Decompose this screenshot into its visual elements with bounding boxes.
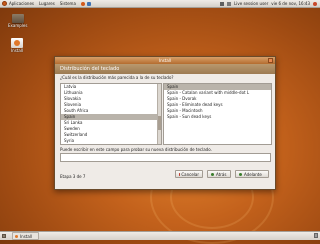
step-title: Distribución del teclado bbox=[60, 66, 119, 72]
forward-label: Adelante bbox=[244, 172, 262, 177]
network-icon[interactable] bbox=[220, 2, 224, 6]
power-icon[interactable] bbox=[313, 2, 317, 6]
forward-button[interactable]: Adelante bbox=[235, 170, 269, 178]
cancel-label: Cancelar bbox=[181, 172, 199, 177]
back-arrow-icon bbox=[211, 173, 214, 176]
help-icon[interactable] bbox=[87, 2, 91, 6]
keyboard-test-input[interactable] bbox=[60, 153, 271, 162]
show-desktop-icon[interactable] bbox=[2, 234, 6, 238]
country-list[interactable]: Latvia Lithuania Slovakia Slovenia South… bbox=[60, 83, 162, 145]
step-header: Distribución del teclado bbox=[55, 64, 275, 74]
back-label: Atrás bbox=[216, 172, 226, 177]
bottom-panel: Install bbox=[0, 231, 320, 240]
country-scrollbar[interactable] bbox=[157, 84, 161, 144]
menu-lugares[interactable]: Lugares bbox=[39, 1, 55, 6]
desktop-icon-label: Examples bbox=[8, 23, 27, 28]
scrollbar-thumb[interactable] bbox=[158, 116, 161, 130]
taskbar-button-install[interactable]: Install bbox=[12, 232, 39, 240]
layout-question: ¿Cuál es la distribución más parecida a … bbox=[60, 75, 174, 80]
window-title: Install bbox=[159, 58, 171, 63]
variant-list[interactable]: Spain Spain - Catalan variant with middl… bbox=[163, 83, 272, 145]
cancel-button[interactable]: Cancelar bbox=[175, 170, 203, 178]
trash-icon[interactable] bbox=[314, 233, 318, 238]
installer-icon bbox=[15, 235, 18, 238]
desktop-icon-install[interactable]: Install bbox=[11, 38, 23, 53]
ubuntu-logo-icon[interactable] bbox=[2, 1, 7, 6]
country-row[interactable]: Syria bbox=[61, 138, 161, 144]
volume-icon[interactable] bbox=[227, 2, 231, 6]
variant-row[interactable]: Spain - Sun dead keys bbox=[164, 114, 271, 120]
system-tray: Live session user vie 6 de nov, 16:43 bbox=[220, 1, 317, 6]
folder-icon bbox=[12, 14, 24, 23]
test-field-label: Puede escribir en este campo para probar… bbox=[60, 147, 212, 152]
clock[interactable]: vie 6 de nov, 16:43 bbox=[271, 1, 310, 6]
top-panel: Aplicaciones Lugares Sistema Live sessio… bbox=[0, 0, 320, 8]
installer-window: Install Distribución del teclado ¿Cuál e… bbox=[54, 56, 276, 190]
installer-icon bbox=[11, 38, 23, 48]
back-button[interactable]: Atrás bbox=[207, 170, 231, 178]
close-icon[interactable] bbox=[268, 58, 273, 63]
window-titlebar[interactable]: Install bbox=[55, 57, 275, 64]
desktop-icon-label: Install bbox=[11, 48, 23, 53]
live-session-label[interactable]: Live session user bbox=[234, 1, 268, 6]
desktop-icon-examples[interactable]: Examples bbox=[8, 14, 27, 28]
menu-sistema[interactable]: Sistema bbox=[60, 1, 76, 6]
step-counter: Etapa 3 de 7 bbox=[60, 174, 85, 179]
forward-arrow-icon bbox=[239, 173, 242, 176]
menu-aplicaciones[interactable]: Aplicaciones bbox=[9, 1, 34, 6]
firefox-icon[interactable] bbox=[81, 2, 85, 6]
taskbar-label: Install bbox=[20, 234, 32, 239]
